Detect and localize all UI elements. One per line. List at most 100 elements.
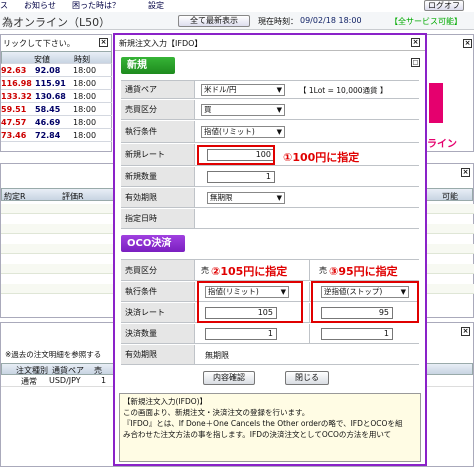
side-row: 売買区分 買 ▼ [121,100,419,120]
logout-button[interactable]: ログオフ [424,0,464,11]
menu-item-help[interactable]: 困った時は？ [72,0,120,11]
table-row[interactable]: 59.51 58.45 18:00 [1,103,112,116]
close-button[interactable]: 閉じる [285,371,329,385]
close-icon[interactable]: × [461,168,470,177]
table-row[interactable]: 73.46 72.84 18:00 [1,129,112,142]
oco-section-header: OCO決済 [121,235,185,252]
pair-select[interactable]: 米ドル/円 ▼ [201,84,285,96]
low-cell: 46.69 [35,118,61,127]
oco-expiry-value: 無期限 [205,351,229,360]
qty-row: 新規数量 1 [121,167,419,187]
banner-logo [429,83,443,123]
app-title-bar: 為オンライン（L50） 全て最新表示 現在時刻： 09/02/18 18:00 … [0,12,474,30]
app-title: 為オンライン（L50） [2,16,111,29]
banner-text: ライン [427,139,457,150]
table-row[interactable]: 47.57 46.69 18:00 [1,116,112,129]
chevron-down-icon: ▼ [276,128,282,136]
dialog-title: 新規注文入力【IFDO】 [119,39,203,48]
time-cell: 18:00 [73,118,97,127]
oco-expiry-label: 有効期限 [121,345,195,364]
refresh-all-button[interactable]: 全て最新表示 [178,15,250,27]
col-status: 可能 [442,192,458,201]
left-annotation: ②105円に指定 [211,265,288,278]
time-cell: 18:00 [73,92,97,101]
menu-item-0[interactable]: ス [0,0,8,11]
dialog-title-bar: 新規注文入力【IFDO】 × [115,35,425,51]
time-cell: 18:00 [73,131,97,140]
table-header: 安値 時刻 [1,51,112,64]
side-select[interactable]: 買 ▼ [201,104,285,116]
time-cell: 18:00 [73,66,97,75]
table-row[interactable]: 133.32 130.68 18:00 [1,90,112,103]
high-cell: 92.63 [1,66,27,75]
right-annotation: ③95円に指定 [329,265,398,278]
ifdo-order-dialog: 新規注文入力【IFDO】 × □ 新規 通貨ペア 米ドル/円 ▼ 【 1Lot =… [113,33,427,466]
high-cell: 133.32 [1,92,32,101]
settle-rate-label: 決済レート [121,303,195,322]
settle-qty-label: 決済数量 [121,324,195,343]
menu-item-news[interactable]: お知らせ [24,0,56,11]
help-text-box: 【新規注文入力(IFDO)】 この画面より、新規注文・決済注文の登録を行います。… [119,393,421,462]
low-cell: 58.45 [35,105,61,114]
pair-label: 通貨ペア [121,81,195,98]
history-notice[interactable]: ※過去の注文明細を参照する [5,349,101,360]
oco-expiry-row: 有効期限 無期限 [121,345,419,365]
high-cell: 73.46 [1,131,27,140]
low-cell: 72.84 [35,131,61,140]
new-section-header: 新規 [121,57,175,74]
pair-row: 通貨ペア 米ドル/円 ▼ 【 1Lot = 10,000通貨 】 [121,80,419,99]
high-cell: 59.51 [1,105,27,114]
rate-label: 新規レート [121,144,195,165]
close-icon[interactable]: × [99,38,108,47]
banner-panel: × ライン [426,34,474,152]
time-cell: 18:00 [73,79,97,88]
help-line: み合わせた注文方法の事を指します。IFDの決済注文としてOCOの方法を用いて [123,430,392,439]
highlight-box [197,145,275,165]
order-type-cell: 通常 [21,377,37,386]
low-cell: 92.08 [35,66,61,75]
side-label: 売買区分 [121,100,195,119]
low-cell: 130.68 [35,92,66,101]
help-title: 【新規注文入力(IFDO)】 [123,397,208,406]
exec-label: 執行条件 [121,121,195,142]
qty-label: 新規数量 [121,167,195,186]
menu-item-settings[interactable]: 設定 [148,0,164,11]
service-status: 【全サービス可能】 [390,17,462,26]
high-cell: 47.57 [1,118,27,127]
close-icon[interactable]: × [411,38,420,47]
highlight-box [197,281,303,323]
high-cell: 116.98 [1,79,32,88]
exec-row: 執行条件 指値(リミット) ▼ [121,121,419,143]
table-row[interactable]: 116.98 115.91 18:00 [1,77,112,90]
right-side-value: 売 [319,266,327,275]
table-row[interactable]: 92.63 92.08 18:00 [1,64,112,77]
menu-bar: ス お知らせ 困った時は？ 設定 ログオフ [0,0,474,12]
expiry-select[interactable]: 無期限 ▼ [207,192,285,204]
close-icon[interactable]: × [463,39,472,48]
col-exec-rate: 約定R [4,192,26,201]
clock-label: 現在時刻： [258,17,298,26]
clock-value: 09/02/18 18:00 [300,16,362,25]
left-qty-input[interactable]: 1 [205,328,277,340]
col-eval-rate: 評価R [62,192,84,201]
rate-annotation: ①100円に指定 [283,151,360,164]
new-qty-input[interactable]: 1 [207,171,275,183]
highlight-box [311,281,419,323]
confirm-button[interactable]: 内容確認 [203,371,255,385]
lot-info: 【 1Lot = 10,000通貨 】 [299,86,388,95]
rate-panel-hint: リックして下さい。 [3,39,75,48]
expiry-label: 有効期限 [121,188,195,207]
chevron-down-icon: ▼ [276,194,282,202]
low-cell: 115.91 [35,79,66,88]
close-icon[interactable]: × [461,327,470,336]
qty-cell: 1 [101,376,107,385]
right-qty-input[interactable]: 1 [321,328,393,340]
date-row: 指定日時 [121,209,419,229]
expiry-row: 有効期限 無期限 ▼ [121,188,419,208]
exec-select[interactable]: 指値(リミット) ▼ [201,126,285,138]
settle-qty-row: 決済数量 1 1 [121,324,419,344]
oco-side-label: 売買区分 [121,260,195,280]
restore-icon[interactable]: □ [411,58,420,67]
left-side-value: 売 [201,266,209,275]
rate-panel: リックして下さい。 × 安値 時刻 92.63 92.08 18:00 116.98… [0,34,112,152]
